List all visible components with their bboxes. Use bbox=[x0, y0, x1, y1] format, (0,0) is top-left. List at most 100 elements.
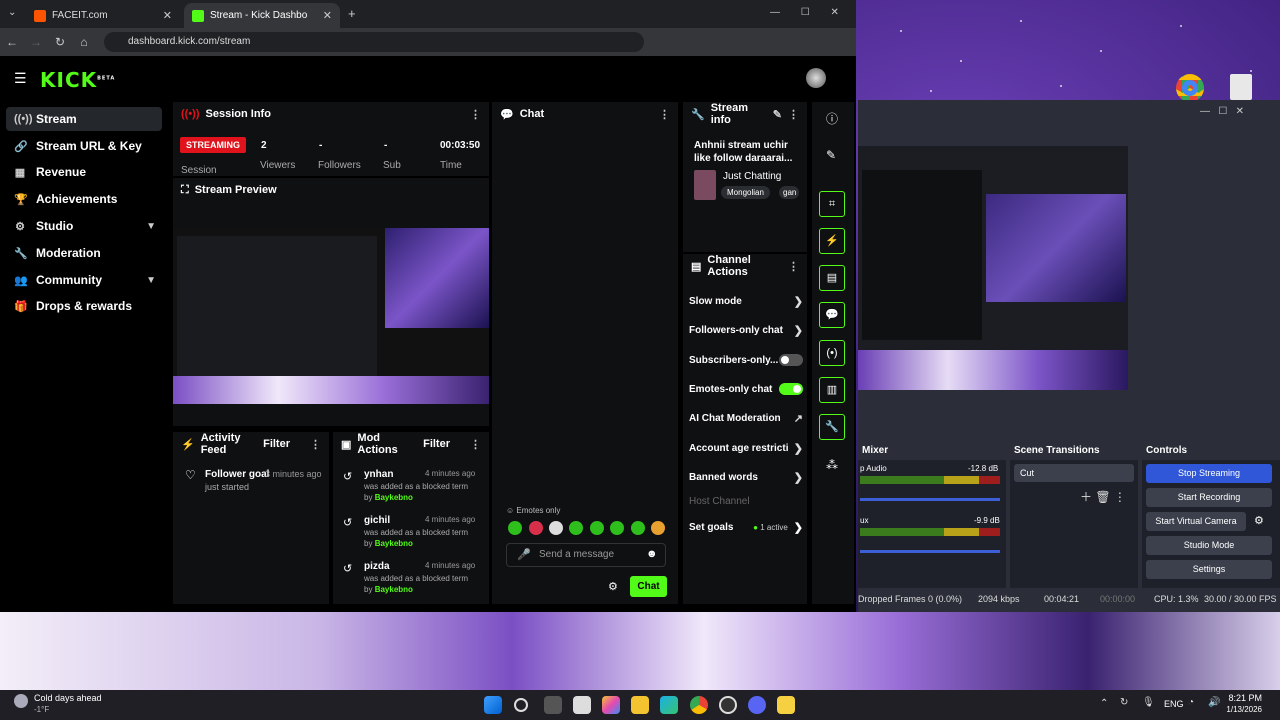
sidebar-item-achievements[interactable]: 🏆 Achievements bbox=[6, 187, 162, 211]
forward-icon[interactable]: → bbox=[24, 35, 48, 49]
more-icon[interactable]: ⋮ bbox=[470, 438, 481, 451]
tab-search-icon[interactable]: ⌄ bbox=[8, 7, 16, 18]
emote-icon[interactable] bbox=[549, 521, 563, 535]
more-icon[interactable]: ⋮ bbox=[788, 260, 799, 273]
emote-icon[interactable] bbox=[651, 521, 665, 535]
hamburger-menu-icon[interactable]: ☰ bbox=[14, 70, 27, 87]
obs-icon[interactable] bbox=[719, 696, 737, 714]
activity-filter-button[interactable]: Filter bbox=[263, 438, 290, 450]
language-indicator[interactable]: ENG bbox=[1164, 699, 1184, 709]
send-chat-button[interactable]: Chat bbox=[630, 576, 667, 597]
slow-mode-row[interactable]: Slow mode ❯ bbox=[689, 295, 803, 308]
tab-faceit[interactable]: FACEIT.com ✕ bbox=[26, 3, 180, 28]
chat-icon[interactable]: 💬 bbox=[819, 302, 845, 328]
task-view-icon[interactable] bbox=[544, 696, 562, 714]
file-desktop-icon[interactable] bbox=[1230, 74, 1252, 100]
studio-mode-button[interactable]: Studio Mode bbox=[1146, 536, 1272, 555]
add-transition-icon[interactable]: ＋ 🗑 ⋮ bbox=[1080, 488, 1126, 505]
moderator-name[interactable]: Baykebno bbox=[375, 493, 413, 502]
clock-time[interactable]: 8:21 PM bbox=[1226, 693, 1262, 703]
close-icon[interactable]: ✕ bbox=[323, 9, 332, 22]
copilot-icon[interactable] bbox=[602, 696, 620, 714]
tab-kick-dashboard[interactable]: Stream - Kick Dashbo ✕ bbox=[184, 3, 340, 28]
ai-chat-moderation-row[interactable]: AI Chat Moderation ↗ bbox=[689, 412, 803, 425]
emote-icon[interactable] bbox=[631, 521, 645, 535]
tray-mic-icon[interactable]: 🎙 bbox=[1142, 697, 1155, 708]
wrench-icon[interactable]: 🔧 bbox=[819, 414, 845, 440]
discord-icon[interactable] bbox=[748, 696, 766, 714]
broadcast-icon[interactable]: (•) bbox=[819, 340, 845, 366]
window-controls[interactable]: — ☐ ✕ bbox=[770, 7, 839, 18]
followers-only-row[interactable]: Followers-only chat ❯ bbox=[689, 324, 803, 337]
stream-preview-video[interactable] bbox=[173, 228, 489, 404]
transition-select[interactable]: Cut bbox=[1014, 464, 1134, 482]
edge-icon[interactable] bbox=[660, 696, 678, 714]
home-icon[interactable]: ⌂ bbox=[72, 35, 96, 49]
mixer-volume-slider-2[interactable] bbox=[860, 550, 1000, 553]
kick-logo[interactable]: KICKBETA bbox=[40, 68, 115, 92]
more-icon[interactable]: ⋮ bbox=[310, 438, 321, 451]
file-explorer-icon[interactable] bbox=[631, 696, 649, 714]
info-icon[interactable]: ⓘ bbox=[826, 110, 838, 127]
scan-icon[interactable]: ⌗ bbox=[819, 191, 845, 217]
moderator-name[interactable]: Baykebno bbox=[375, 539, 413, 548]
emotes-only-toggle[interactable] bbox=[779, 383, 803, 395]
edit-icon[interactable]: ✎ bbox=[773, 108, 782, 121]
mixer-volume-slider[interactable] bbox=[860, 498, 1000, 501]
category-name[interactable]: Just Chatting bbox=[723, 171, 781, 182]
chrome-icon[interactable] bbox=[690, 696, 708, 714]
weather-title[interactable]: Cold days ahead bbox=[34, 693, 102, 703]
microphone-icon[interactable]: 🎤 bbox=[517, 548, 531, 561]
emoji-picker-icon[interactable]: ☻ bbox=[646, 548, 658, 560]
layout-icon[interactable]: ▥ bbox=[819, 377, 845, 403]
close-icon[interactable]: ✕ bbox=[163, 9, 172, 22]
bolt-icon[interactable]: ⚡ bbox=[819, 228, 845, 254]
account-age-row[interactable]: Account age restricti ❯ bbox=[689, 442, 803, 455]
url-input[interactable]: dashboard.kick.com/stream bbox=[104, 32, 644, 52]
tag-chip[interactable]: Mongolian bbox=[721, 186, 770, 199]
more-icon[interactable]: ⋮ bbox=[659, 108, 670, 121]
store-icon[interactable] bbox=[573, 696, 591, 714]
sidebar-item-studio[interactable]: ⚙ Studio ▼ bbox=[6, 214, 162, 238]
document-icon[interactable]: ▤ bbox=[819, 265, 845, 291]
subscribers-only-toggle[interactable] bbox=[779, 354, 803, 366]
edit-icon[interactable]: ✎ bbox=[826, 148, 836, 162]
start-recording-button[interactable]: Start Recording bbox=[1146, 488, 1272, 507]
emote-icon[interactable] bbox=[610, 521, 624, 535]
emote-icon[interactable] bbox=[529, 521, 543, 535]
sidebar-item-revenue[interactable]: ▦ Revenue bbox=[6, 160, 162, 184]
user-avatar[interactable] bbox=[806, 68, 826, 88]
sidebar-item-community[interactable]: 👥 Community ▼ bbox=[6, 268, 162, 292]
windows-start-icon[interactable] bbox=[484, 696, 502, 714]
tray-chevron-icon[interactable]: ⌃ bbox=[1100, 698, 1108, 709]
clock-date[interactable]: 1/13/2026 bbox=[1212, 705, 1262, 714]
chrome-desktop-icon[interactable] bbox=[1176, 74, 1204, 102]
add-widget-icon[interactable]: ⁂ bbox=[826, 458, 838, 472]
sidebar-item-stream-url-key[interactable]: 🔗 Stream URL & Key bbox=[6, 134, 162, 158]
sidebar-item-drops-rewards[interactable]: 🎁 Drops & rewards bbox=[6, 294, 162, 318]
more-icon[interactable]: ⋮ bbox=[470, 108, 481, 121]
settings-button[interactable]: Settings bbox=[1146, 560, 1272, 579]
more-icon[interactable]: ⋮ bbox=[788, 108, 799, 121]
stop-streaming-button[interactable]: Stop Streaming bbox=[1146, 464, 1272, 483]
banned-words-row[interactable]: Banned words ❯ bbox=[689, 471, 803, 484]
weather-icon[interactable] bbox=[14, 694, 28, 708]
emote-icon[interactable] bbox=[508, 521, 522, 535]
new-tab-icon[interactable]: + bbox=[348, 6, 356, 21]
back-icon[interactable]: ← bbox=[0, 35, 24, 49]
moderator-name[interactable]: Baykebno bbox=[375, 585, 413, 594]
set-goals-row[interactable]: Set goals ● 1 active ❯ bbox=[689, 521, 803, 534]
start-virtual-camera-button[interactable]: Start Virtual Camera bbox=[1146, 512, 1246, 531]
chat-settings-icon[interactable]: ⚙ bbox=[608, 580, 618, 593]
sidebar-item-moderation[interactable]: 🔧 Moderation bbox=[6, 241, 162, 265]
emote-icon[interactable] bbox=[590, 521, 604, 535]
app-icon[interactable] bbox=[777, 696, 795, 714]
sidebar-item-stream[interactable]: ((•)) Stream bbox=[6, 107, 162, 131]
tray-sync-icon[interactable]: ↻ bbox=[1120, 697, 1128, 708]
tag-chip[interactable]: gan bbox=[779, 186, 799, 199]
network-icon[interactable]: ◔ bbox=[1188, 697, 1194, 708]
mod-filter-button[interactable]: Filter bbox=[423, 438, 450, 450]
reload-icon[interactable]: ↻ bbox=[48, 35, 72, 49]
emote-icon[interactable] bbox=[569, 521, 583, 535]
search-icon[interactable] bbox=[514, 698, 528, 712]
